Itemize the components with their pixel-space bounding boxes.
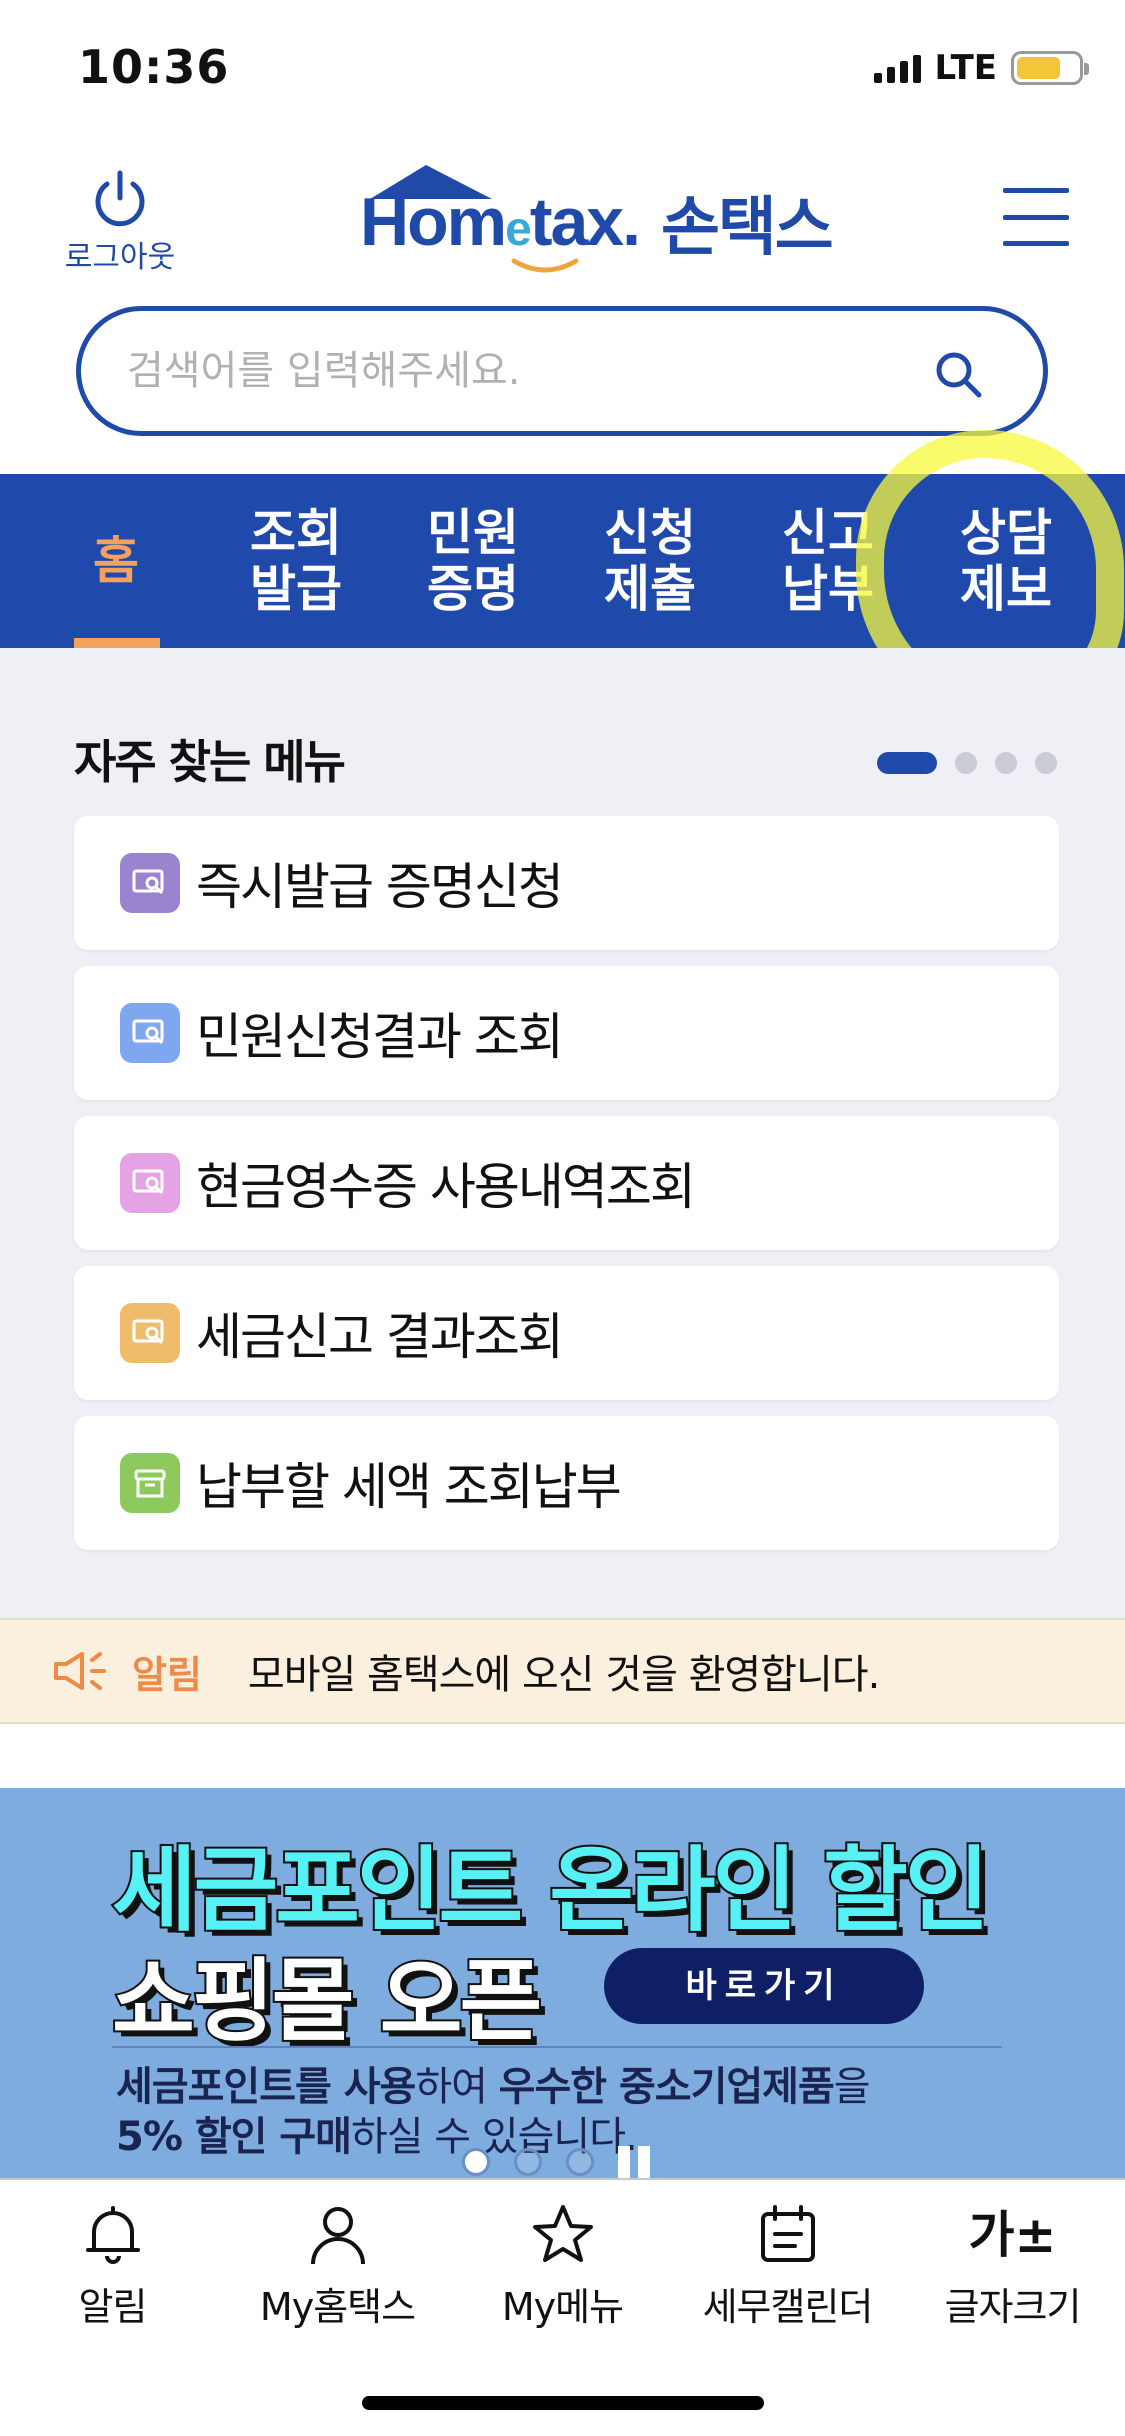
pager-dot[interactable] xyxy=(955,752,977,774)
favorite-item-label: 세금신고 결과조회 xyxy=(196,1308,564,1366)
notice-bar[interactable]: 알림 모바일 홈택스에 오신 것을 환영합니다. xyxy=(0,1618,1125,1724)
banner-pager-dot[interactable] xyxy=(566,2148,594,2176)
logout-label: 로그아웃 xyxy=(64,240,176,275)
pager-dot[interactable] xyxy=(877,752,937,774)
document-search-icon xyxy=(120,1153,180,1213)
banner-subheadline: 쇼핑몰 오픈 xyxy=(110,1947,544,2056)
banner-pager-dot[interactable] xyxy=(462,2148,490,2176)
status-bar: 10:36 LTE xyxy=(0,0,1125,140)
banner-pager-dot[interactable] xyxy=(514,2148,542,2176)
favorites-pager xyxy=(877,752,1057,774)
logo-smile-icon xyxy=(511,258,579,273)
pager-dot[interactable] xyxy=(1035,752,1057,774)
bell-icon xyxy=(85,2206,140,2264)
favorite-item-civil-result[interactable]: 민원신청결과 조회 xyxy=(74,966,1059,1100)
notice-text: 모바일 홈택스에 오신 것을 환영합니다. xyxy=(247,1652,880,1698)
nav-my-hometax[interactable]: My홈택스 xyxy=(225,2202,450,2331)
network-type: LTE xyxy=(934,48,997,88)
favorite-item-label: 즉시발급 증명신청 xyxy=(196,858,564,916)
favorites-list: 즉시발급 증명신청 민원신청결과 조회 현금영수증 사용내역조회 세금신고 결과… xyxy=(74,816,1059,1566)
favorite-item-tax-report-result[interactable]: 세금신고 결과조회 xyxy=(74,1266,1059,1400)
person-icon xyxy=(310,2207,365,2265)
box-icon xyxy=(120,1453,180,1513)
status-indicators: LTE xyxy=(873,48,1089,88)
nav-label: 글자크기 xyxy=(944,2285,1082,2329)
battery-icon xyxy=(1011,51,1089,85)
nav-font-size[interactable]: 가± 글자크기 xyxy=(900,2202,1125,2331)
favorite-item-label: 납부할 세액 조회납부 xyxy=(196,1458,622,1516)
favorite-item-instant-certificate[interactable]: 즉시발급 증명신청 xyxy=(74,816,1059,950)
nav-label: 세무캘린더 xyxy=(702,2285,874,2329)
tab-home[interactable]: 홈 xyxy=(46,474,186,648)
document-search-icon xyxy=(120,853,180,913)
search-input[interactable] xyxy=(127,311,927,431)
logo-korean: 손택스 xyxy=(661,191,834,265)
notice-label: 알림 xyxy=(132,1652,202,1697)
document-search-icon xyxy=(120,1303,180,1363)
app-header: 로그아웃 Hometax. 손택스 xyxy=(0,150,1125,290)
favorites-title: 자주 찾는 메뉴 xyxy=(74,735,346,789)
favorites-section: 자주 찾는 메뉴 즉시발급 증명신청 민원신청결과 조회 현금영수증 사용내역조… xyxy=(0,648,1125,1618)
home-indicator[interactable] xyxy=(362,2396,764,2410)
favorite-item-label: 현금영수증 사용내역조회 xyxy=(196,1158,696,1216)
signal-icon xyxy=(873,53,921,83)
tab-report-payment[interactable]: 신고 납부 xyxy=(758,474,898,648)
document-search-icon xyxy=(120,1003,180,1063)
nav-my-menu[interactable]: My메뉴 xyxy=(450,2202,675,2331)
banner-go-button[interactable]: 바로가기 xyxy=(604,1948,924,2024)
hometax-logo[interactable]: Hometax. 손택스 xyxy=(360,165,834,273)
nav-label: My메뉴 xyxy=(501,2285,624,2329)
font-size-icon: 가± xyxy=(968,2206,1057,2264)
pause-icon[interactable] xyxy=(618,2146,654,2178)
favorite-item-cash-receipt[interactable]: 현금영수증 사용내역조회 xyxy=(74,1116,1059,1250)
search-bar xyxy=(76,306,1048,436)
favorite-item-label: 민원신청결과 조회 xyxy=(196,1008,564,1066)
hamburger-menu-icon[interactable] xyxy=(1003,188,1069,246)
nav-label: My홈택스 xyxy=(259,2285,416,2329)
power-icon xyxy=(95,170,145,227)
banner-pager xyxy=(462,2146,654,2178)
logout-button[interactable]: 로그아웃 xyxy=(58,168,182,276)
promo-banner[interactable]: 세금포인트 온라인 할인 쇼핑몰 오픈 바로가기 세금포인트를 사용하여 우수한… xyxy=(0,1788,1125,2178)
tab-application-submit[interactable]: 신청 제출 xyxy=(580,474,720,648)
nav-notifications[interactable]: 알림 xyxy=(0,2202,225,2331)
search-icon[interactable] xyxy=(933,349,985,401)
house-roof-icon xyxy=(370,165,492,199)
active-tab-indicator xyxy=(74,638,160,648)
favorite-item-tax-payment[interactable]: 납부할 세액 조회납부 xyxy=(74,1416,1059,1550)
tab-inquiry-issue[interactable]: 조회 발급 xyxy=(226,474,366,648)
banner-divider xyxy=(112,2046,1002,2048)
main-tabs: 홈 조회 발급 민원 증명 신청 제출 신고 납부 상담 제보 xyxy=(0,474,1125,648)
logo-wordmark: Hometax. xyxy=(360,165,641,273)
nav-label: 알림 xyxy=(78,2285,148,2329)
calendar-icon xyxy=(760,2205,815,2262)
pager-dot[interactable] xyxy=(995,752,1017,774)
tab-civil-certificate[interactable]: 민원 증명 xyxy=(403,474,543,648)
megaphone-icon xyxy=(54,1652,106,1690)
status-time: 10:36 xyxy=(78,40,230,94)
tab-consult-report[interactable]: 상담 제보 xyxy=(936,474,1076,648)
star-icon xyxy=(532,2205,593,2262)
nav-tax-calendar[interactable]: 세무캘린더 xyxy=(675,2202,900,2331)
